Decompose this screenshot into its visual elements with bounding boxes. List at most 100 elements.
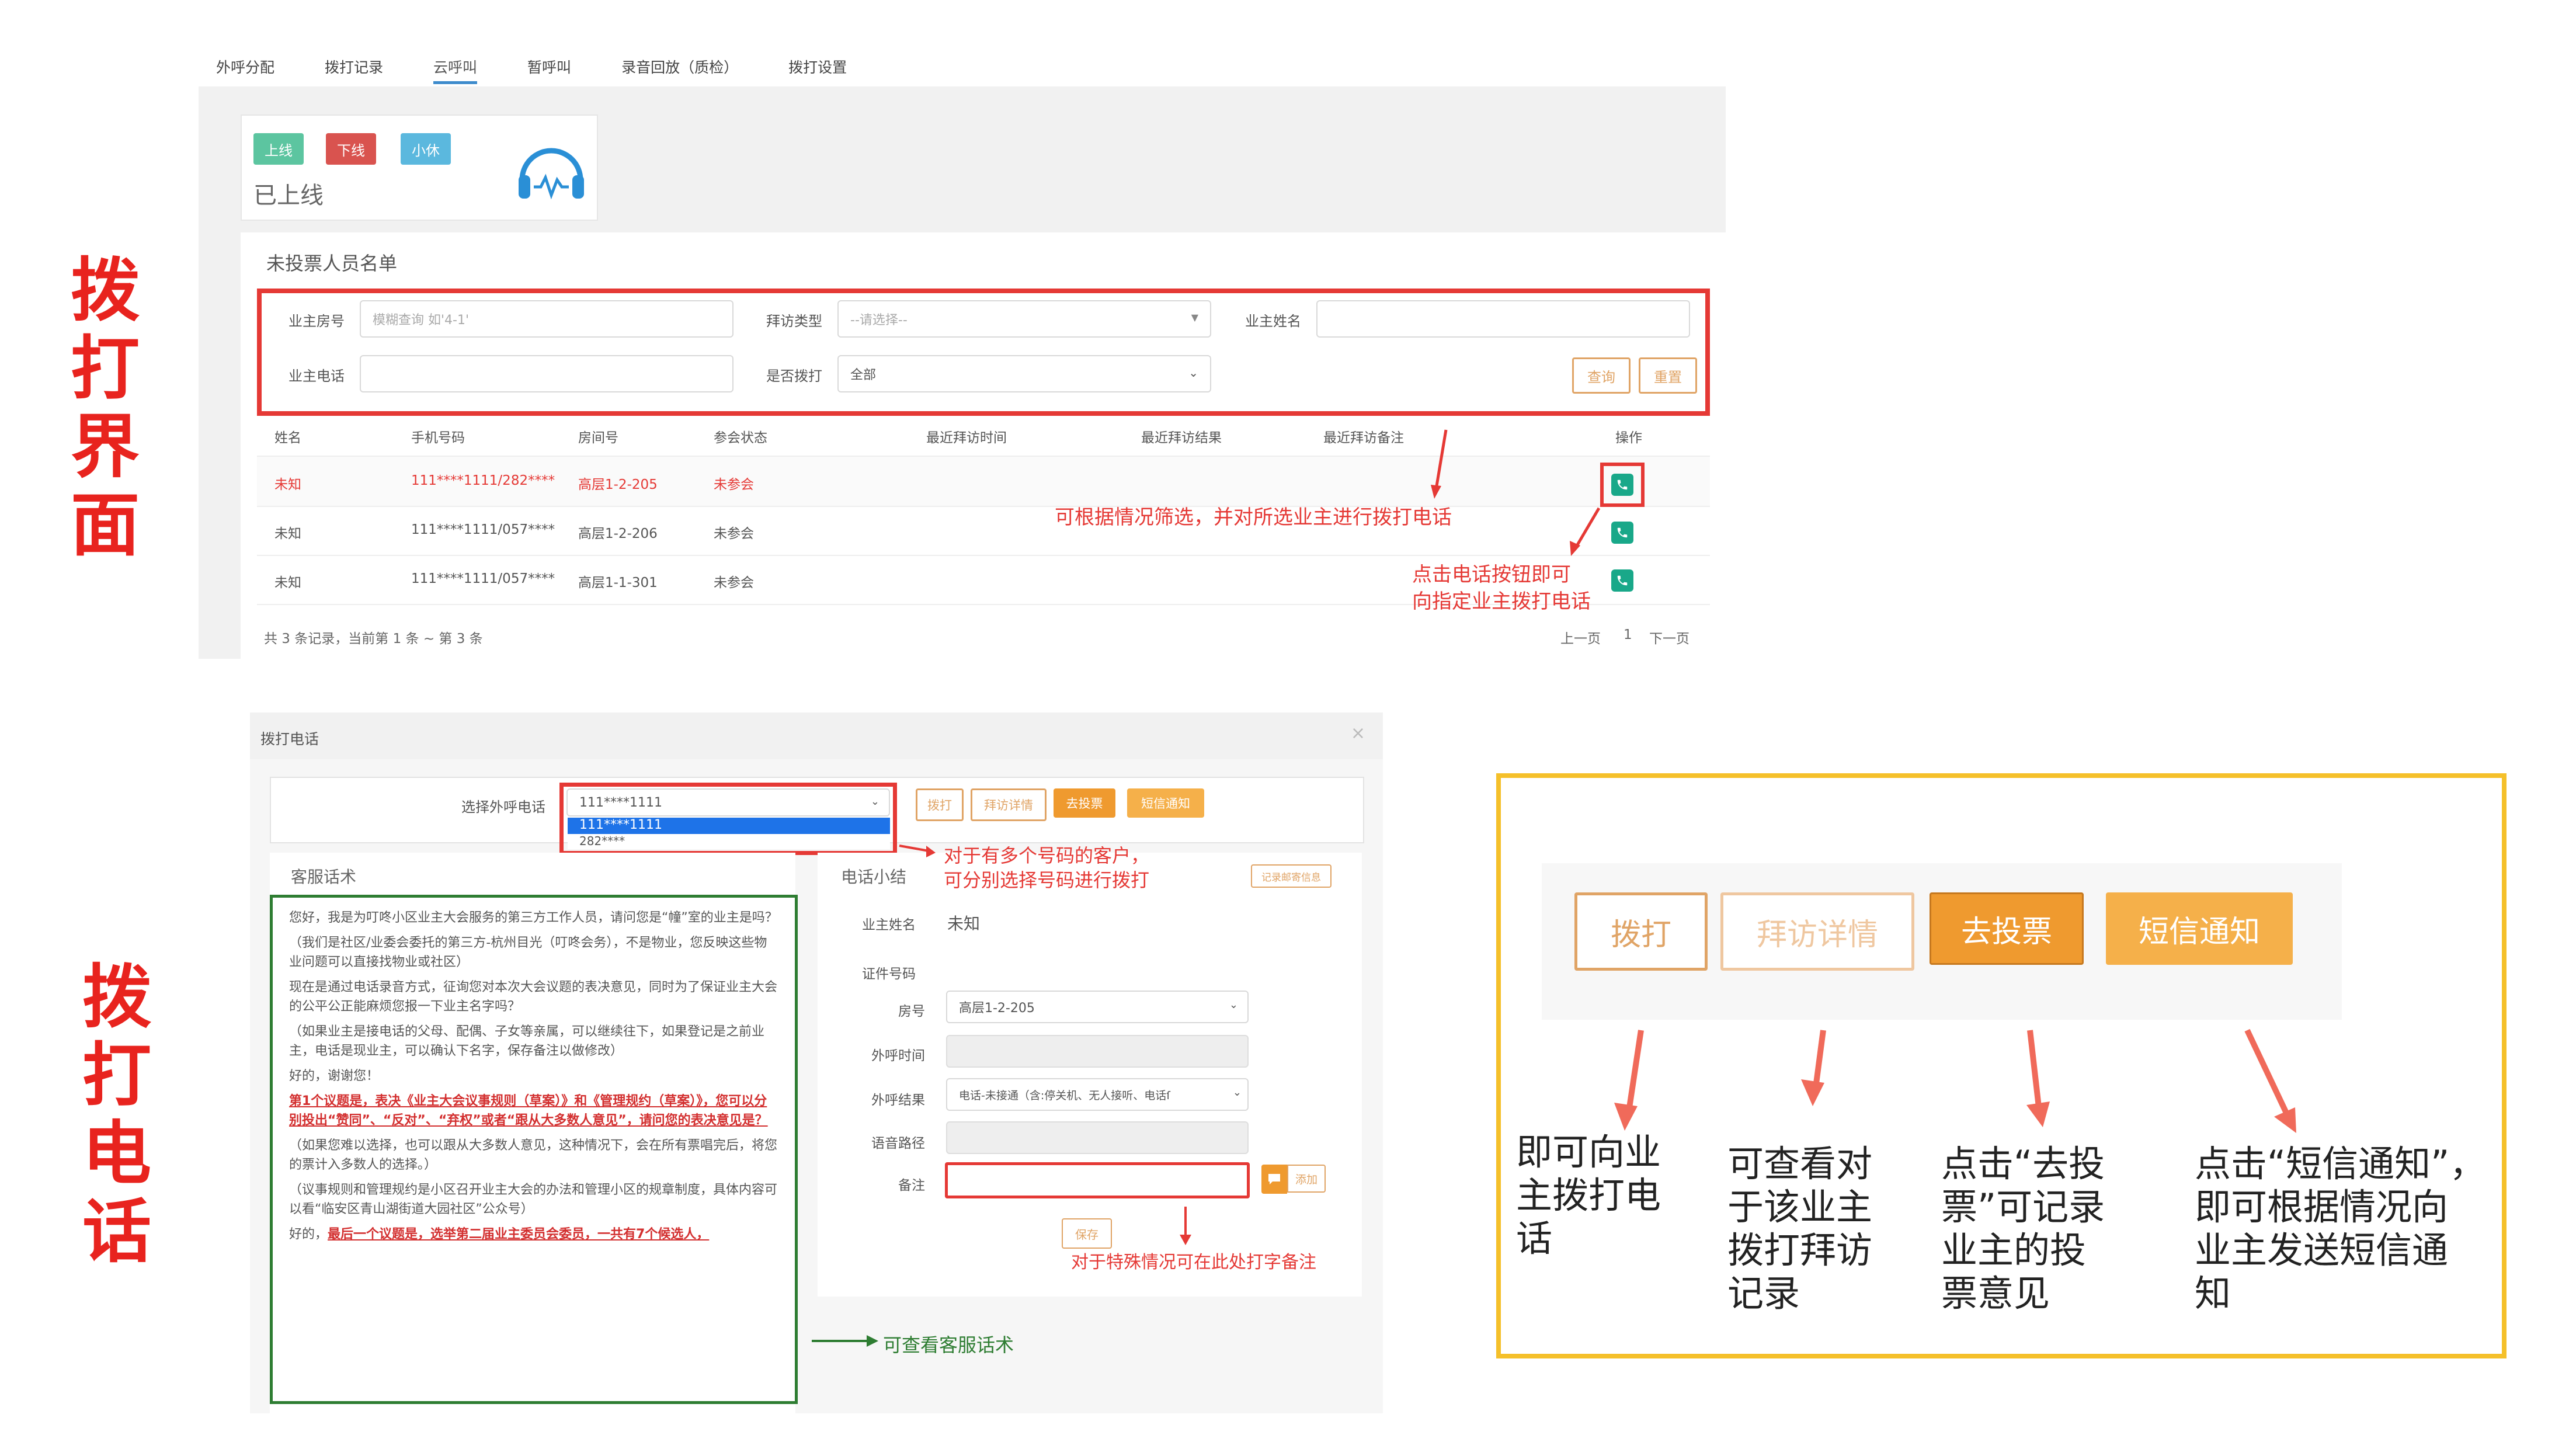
col-name: 姓名 xyxy=(274,430,301,446)
row-name: 未知 xyxy=(274,526,301,541)
caption-vote: 点击“去投 票”可记录 业主的投 票意见 xyxy=(1941,1142,2105,1315)
annotation-arrows-bottom xyxy=(812,845,1191,1347)
tab-recording-playback[interactable]: 录音回放（质检） xyxy=(621,51,738,84)
phone-select-value: 111****1111 xyxy=(579,795,662,810)
sms-notify-button[interactable]: 短信通知 xyxy=(1127,788,1204,818)
row-room: 高层1-2-205 xyxy=(578,477,658,492)
call-annotation-line1: 点击电话按钮即可 xyxy=(1412,563,1571,586)
pager-current[interactable]: 1 xyxy=(1624,627,1632,642)
chevron-down-icon: ⌄ xyxy=(870,795,879,808)
side-title-dial-interface: 拨打界面 xyxy=(70,250,140,565)
status-text: 已上线 xyxy=(253,182,324,209)
filter-annotation: 可根据情况筛选，并对所选业主进行拨打电话 xyxy=(1055,506,1452,529)
row-status: 未参会 xyxy=(714,477,754,492)
online-button[interactable]: 上线 xyxy=(253,133,304,165)
comment-icon[interactable] xyxy=(1261,1165,1287,1194)
room-input[interactable]: 模糊查询 如'4-1' xyxy=(360,300,733,338)
called-select[interactable]: 全部 ⌄ xyxy=(837,355,1211,392)
offline-button[interactable]: 下线 xyxy=(326,133,376,165)
called-label: 是否拨打 xyxy=(766,368,822,384)
col-room: 房间号 xyxy=(578,430,618,446)
dial-button[interactable]: 拨打 xyxy=(916,788,964,821)
visit-detail-button[interactable]: 拜访详情 xyxy=(971,788,1047,821)
tab-call-records[interactable]: 拨打记录 xyxy=(325,51,383,84)
top-tabs: 外呼分配 拨打记录 云呼叫 暂呼叫 录音回放（质检） 拨打设置 xyxy=(216,51,897,84)
list-title: 未投票人员名单 xyxy=(266,252,398,274)
called-value: 全部 xyxy=(850,368,877,383)
script-paragraph: （议事规则和管理规约是小区召开业主大会的办法和管理小区的规章制度，具体内容可以看… xyxy=(289,1183,778,1217)
visit-type-value: --请选择-- xyxy=(850,313,908,328)
chevron-down-icon: ▼ xyxy=(1191,312,1198,323)
col-status: 参会状态 xyxy=(714,430,767,446)
status-card: 上线 下线 小休 已上线 xyxy=(241,114,598,221)
select-phone-label: 选择外呼电话 xyxy=(461,799,545,815)
chevron-down-icon: ⌄ xyxy=(1229,999,1238,1011)
script-paragraph: 您好，我是为叮咚小区业主大会服务的第三方工作人员，请问您是“幢”室的业主是吗？ xyxy=(289,911,778,925)
add-remark-button[interactable]: 添加 xyxy=(1287,1165,1326,1193)
row-status: 未参会 xyxy=(714,526,754,541)
row-room: 高层1-2-206 xyxy=(578,526,658,541)
zoom-dial-button: 拨打 xyxy=(1574,892,1708,971)
record-mail-info-tag[interactable]: 记录邮寄信息 xyxy=(1251,864,1332,888)
pager-next[interactable]: 下一页 xyxy=(1649,627,1689,647)
annotation-arrows-top xyxy=(1431,429,1601,556)
col-last-visit-result: 最近拜访结果 xyxy=(1141,430,1222,446)
row-room: 高层1-1-301 xyxy=(578,575,658,590)
dialog-title: 拨打电话 xyxy=(260,731,319,748)
col-last-visit-remark: 最近拜访备注 xyxy=(1323,430,1404,446)
owner-name-label: 业主姓名 xyxy=(1245,313,1301,329)
row-status: 未参会 xyxy=(714,575,754,590)
tab-call-assign[interactable]: 外呼分配 xyxy=(216,51,274,84)
vote-button[interactable]: 去投票 xyxy=(1054,788,1115,818)
tab-pause-call[interactable]: 暂呼叫 xyxy=(527,51,571,84)
row-phone: 111****1111/057**** xyxy=(411,571,555,586)
caption-visit-detail: 可查看对 于该业主 拨打拜访 记录 xyxy=(1727,1142,1873,1315)
row-phone: 111****1111/057**** xyxy=(411,522,555,537)
script-title: 客服话术 xyxy=(291,867,357,887)
reset-button[interactable]: 重置 xyxy=(1639,357,1697,394)
row-name: 未知 xyxy=(274,477,301,492)
script-paragraph: （如果您难以选择，也可以跟从大多数人意见，这种情况下，会在所有票唱完后，将您的票… xyxy=(289,1138,778,1172)
search-button[interactable]: 查询 xyxy=(1572,357,1631,394)
zoom-sms-button: 短信通知 xyxy=(2106,892,2293,965)
rest-button[interactable]: 小休 xyxy=(401,133,451,165)
phone-select[interactable]: 111****1111 ⌄ xyxy=(566,788,890,816)
explainer-arrows xyxy=(1614,1028,2296,1133)
caption-dial: 即可向业 主拨打电话 xyxy=(1516,1131,1661,1260)
script-last-topic: 最后一个议题是，选举第二届业主委员会委员，一共有7个候选人， xyxy=(328,1227,710,1242)
phone-label: 业主电话 xyxy=(288,368,345,384)
zoom-vote-button: 去投票 xyxy=(1930,892,2084,965)
row-phone: 111****1111/282**** xyxy=(411,473,555,488)
chevron-down-icon: ⌄ xyxy=(1232,1086,1242,1099)
owner-name-input[interactable] xyxy=(1316,300,1690,338)
pager-prev[interactable]: 上一页 xyxy=(1560,627,1601,647)
dialog-header: 拨打电话 × xyxy=(250,713,1383,759)
side-title-make-call: 拨打电话 xyxy=(82,957,151,1272)
script-text: 好的， xyxy=(289,1227,328,1242)
script-content: 您好，我是为叮咚小区业主大会服务的第三方工作人员，请问您是“幢”室的业主是吗？ … xyxy=(270,895,798,1404)
phone-call-button[interactable] xyxy=(1611,569,1633,592)
call-annotation-line2: 向指定业主拨打电话 xyxy=(1412,590,1591,613)
list-footer: 共 3 条记录，当前第 1 条 ~ 第 3 条 xyxy=(264,631,483,647)
script-paragraph: 好的，谢谢您！ xyxy=(289,1069,380,1083)
headset-icon xyxy=(516,139,586,203)
tab-call-settings[interactable]: 拨打设置 xyxy=(788,51,847,84)
phone-icon xyxy=(1617,575,1628,586)
script-paragraph: 现在是通过电话录音方式，征询您对本次大会议题的表决意见，同时为了保证业主大会的公… xyxy=(289,980,778,1014)
visit-type-select[interactable]: --请选择-- ▼ xyxy=(837,300,1211,338)
chevron-down-icon: ⌄ xyxy=(1188,366,1198,380)
col-phone: 手机号码 xyxy=(411,430,465,446)
tab-cloud-call[interactable]: 云呼叫 xyxy=(433,51,478,84)
script-paragraph: 好的，最后一个议题是，选举第二届业主委员会委员，一共有7个候选人， xyxy=(289,1225,778,1244)
zoom-visit-detail-button: 拜访详情 xyxy=(1720,892,1914,971)
caption-sms: 点击“短信通知”， 即可根据情况向 业主发送短信通知 xyxy=(2195,1142,2486,1315)
script-paragraph: （我们是社区/业委会委托的第三方-杭州目光（叮咚会务），不是物业，您反映这些物业… xyxy=(289,936,767,970)
room-label: 业主房号 xyxy=(288,313,345,329)
phone-input[interactable] xyxy=(360,355,733,392)
script-topic-1: 第1个议题是，表决《业主大会议事规则（草案）》和《管理规约（草案）》，您可以分别… xyxy=(289,1094,768,1128)
row-name: 未知 xyxy=(274,575,301,590)
visit-type-label: 拜访类型 xyxy=(766,313,822,329)
col-last-visit-time: 最近拜访时间 xyxy=(926,430,1007,446)
script-paragraph: （如果业主是接电话的父母、配偶、子女等亲属，可以继续往下，如果登记是之前业主，电… xyxy=(289,1024,765,1058)
close-icon[interactable]: × xyxy=(1351,723,1365,743)
